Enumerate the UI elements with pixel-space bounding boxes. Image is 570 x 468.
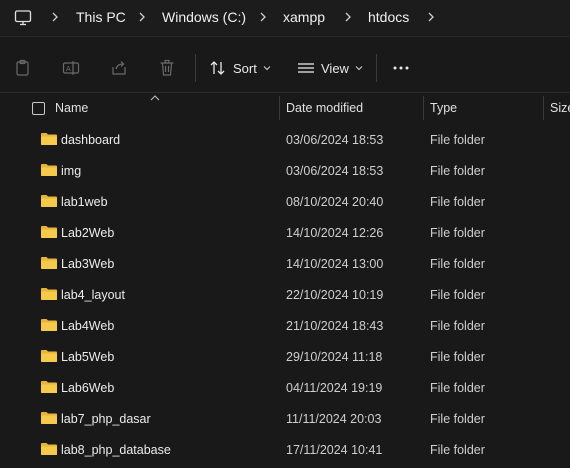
column-date-modified[interactable]: Date modified	[286, 94, 363, 122]
file-date: 11/11/2024 20:03	[286, 412, 382, 426]
file-type: File folder	[430, 319, 485, 333]
chevron-right-icon[interactable]	[258, 8, 268, 26]
folder-icon	[41, 133, 57, 145]
list-item[interactable]: lab1web 08/10/2024 20:40 File folder	[0, 187, 570, 218]
chevron-down-icon	[355, 66, 363, 71]
address-bar[interactable]: This PC Windows (C:) xampp htdocs	[0, 0, 570, 37]
column-divider[interactable]	[423, 96, 424, 120]
breadcrumb-this-pc[interactable]: This PC	[76, 9, 126, 25]
sort-ascending-icon	[150, 95, 160, 101]
view-button[interactable]: View	[297, 56, 363, 80]
breadcrumb-htdocs[interactable]: htdocs	[368, 9, 409, 25]
file-name: lab8_php_database	[61, 443, 171, 457]
command-bar: A Sort View	[0, 44, 570, 93]
chevron-right-icon[interactable]	[50, 8, 60, 26]
file-date: 03/06/2024 18:53	[286, 133, 384, 147]
chevron-right-icon[interactable]	[137, 8, 147, 26]
folder-icon	[41, 350, 57, 362]
chevron-right-icon[interactable]	[426, 8, 436, 26]
file-name: Lab5Web	[61, 350, 115, 364]
chevron-right-icon[interactable]	[343, 8, 353, 26]
folder-icon	[41, 319, 57, 331]
file-name: Lab4Web	[61, 319, 115, 333]
this-pc-icon[interactable]	[14, 9, 32, 27]
view-label: View	[321, 60, 349, 76]
file-name: Lab6Web	[61, 381, 115, 395]
list-item[interactable]: Lab4Web 21/10/2024 18:43 File folder	[0, 311, 570, 342]
folder-icon	[41, 164, 57, 176]
list-item[interactable]: img 03/06/2024 18:53 File folder	[0, 156, 570, 187]
sort-label: Sort	[233, 60, 257, 76]
paste-icon[interactable]	[13, 58, 33, 78]
file-date: 29/10/2024 11:18	[286, 350, 383, 364]
file-type: File folder	[430, 195, 485, 209]
more-options-icon[interactable]	[391, 58, 411, 78]
file-type: File folder	[430, 412, 485, 426]
list-item[interactable]: Lab3Web 14/10/2024 13:00 File folder	[0, 249, 570, 280]
file-date: 14/10/2024 13:00	[286, 257, 384, 271]
file-type: File folder	[430, 226, 485, 240]
list-item[interactable]: dashboard 03/06/2024 18:53 File folder	[0, 125, 570, 156]
rename-icon[interactable]: A	[61, 58, 81, 78]
view-icon	[298, 63, 314, 73]
file-date: 03/06/2024 18:53	[286, 164, 384, 178]
file-date: 22/10/2024 10:19	[286, 288, 384, 302]
list-item[interactable]: Lab5Web 29/10/2024 11:18 File folder	[0, 342, 570, 373]
file-date: 08/10/2024 20:40	[286, 195, 384, 209]
file-date: 04/11/2024 19:19	[286, 381, 383, 395]
sort-icon	[210, 61, 225, 75]
file-type: File folder	[430, 164, 485, 178]
chevron-down-icon	[263, 66, 271, 71]
select-all-checkbox[interactable]	[32, 102, 45, 115]
list-item[interactable]: lab4_layout 22/10/2024 10:19 File folder	[0, 280, 570, 311]
file-date: 17/11/2024 10:41	[286, 443, 383, 457]
breadcrumb-windows-c[interactable]: Windows (C:)	[162, 9, 246, 25]
file-date: 14/10/2024 12:26	[286, 226, 384, 240]
folder-icon	[41, 443, 57, 455]
list-item[interactable]: lab8_php_database 17/11/2024 10:41 File …	[0, 435, 570, 466]
file-type: File folder	[430, 381, 485, 395]
file-type: File folder	[430, 288, 485, 302]
folder-icon	[41, 381, 57, 393]
delete-icon[interactable]	[157, 58, 177, 78]
file-name: Lab3Web	[61, 257, 115, 271]
folder-icon	[41, 226, 57, 238]
file-date: 21/10/2024 18:43	[286, 319, 384, 333]
file-name: lab7_php_dasar	[61, 412, 151, 426]
folder-icon	[41, 288, 57, 300]
column-size[interactable]: Size	[550, 94, 570, 122]
column-header-row: Name Date modified Type Size	[0, 94, 570, 122]
column-name[interactable]: Name	[55, 94, 88, 122]
column-divider[interactable]	[543, 96, 544, 120]
folder-icon	[41, 195, 57, 207]
file-name: lab4_layout	[61, 288, 125, 302]
file-type: File folder	[430, 350, 485, 364]
list-item[interactable]: Lab6Web 04/11/2024 19:19 File folder	[0, 373, 570, 404]
breadcrumb-xampp[interactable]: xampp	[283, 9, 325, 25]
column-divider[interactable]	[279, 96, 280, 120]
file-name: dashboard	[61, 133, 121, 147]
folder-icon	[41, 412, 57, 424]
svg-text:A: A	[66, 66, 71, 73]
file-type: File folder	[430, 443, 485, 457]
file-name: Lab2Web	[61, 226, 115, 240]
toolbar-divider	[376, 54, 377, 82]
file-name: img	[61, 164, 82, 178]
list-item[interactable]: Lab2Web 14/10/2024 12:26 File folder	[0, 218, 570, 249]
toolbar-divider	[195, 54, 196, 82]
share-icon[interactable]	[109, 58, 129, 78]
file-type: File folder	[430, 257, 485, 271]
sort-button[interactable]: Sort	[209, 56, 271, 80]
folder-icon	[41, 257, 57, 269]
file-type: File folder	[430, 133, 485, 147]
list-item[interactable]: lab7_php_dasar 11/11/2024 20:03 File fol…	[0, 404, 570, 435]
column-type[interactable]: Type	[430, 94, 457, 122]
file-name: lab1web	[61, 195, 108, 209]
